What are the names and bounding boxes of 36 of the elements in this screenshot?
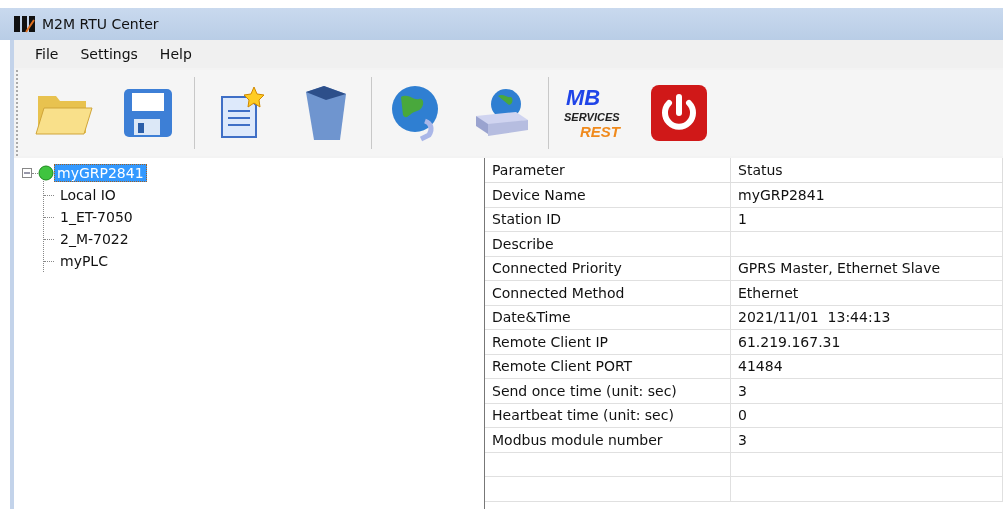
tree-node[interactable]: myPLC xyxy=(57,252,111,270)
table-cell: 3 xyxy=(731,428,1003,453)
table-cell: 0 xyxy=(731,403,1003,428)
table-cell: Connected Method xyxy=(485,281,731,306)
table-cell: Ethernet xyxy=(731,281,1003,306)
column-header[interactable]: Parameter xyxy=(485,158,731,183)
table-cell: Device Name xyxy=(485,183,731,208)
menu-item[interactable]: Help xyxy=(148,46,203,62)
menu-item[interactable]: File xyxy=(24,46,70,62)
tree-node[interactable]: 1_ET-7050 xyxy=(57,208,136,226)
table-cell: Send once time (unit: sec) xyxy=(485,379,731,404)
column-header[interactable]: Status xyxy=(731,158,1003,183)
table-cell: Station ID xyxy=(485,207,731,232)
table-cell: GPRS Master, Ethernet Slave xyxy=(731,256,1003,281)
table-cell: myGRP2841 xyxy=(731,183,1003,208)
menu-item[interactable]: Settings xyxy=(69,46,149,62)
window-title: M2M RTU Center xyxy=(42,16,159,32)
tree-node[interactable]: 2_M-7022 xyxy=(57,230,132,248)
table-cell: Remote Client PORT xyxy=(485,354,731,379)
toolbar-button[interactable]: MB SERVICES REST xyxy=(557,77,633,149)
table-cell: Heartbeat time (unit: sec) xyxy=(485,403,731,428)
table-cell: 2021/11/01 13:44:13 xyxy=(731,305,1003,330)
table-cell: Remote Client IP xyxy=(485,330,731,355)
app-logo-icon xyxy=(14,15,36,33)
collapse-icon[interactable] xyxy=(22,168,32,178)
table-cell: Describe xyxy=(485,232,731,257)
table-cell: Modbus module number xyxy=(485,428,731,453)
table-cell: Connected Priority xyxy=(485,256,731,281)
table-cell: 61.219.167.31 xyxy=(731,330,1003,355)
table-cell: Date&Time xyxy=(485,305,731,330)
mb-services-rest-logo: MB SERVICES REST xyxy=(562,83,628,143)
table-cell: 1 xyxy=(731,207,1003,232)
power-icon xyxy=(649,83,709,143)
tree-node[interactable]: Local IO xyxy=(57,186,119,204)
table-cell: 3 xyxy=(731,379,1003,404)
table-cell: 41484 xyxy=(731,354,1003,379)
